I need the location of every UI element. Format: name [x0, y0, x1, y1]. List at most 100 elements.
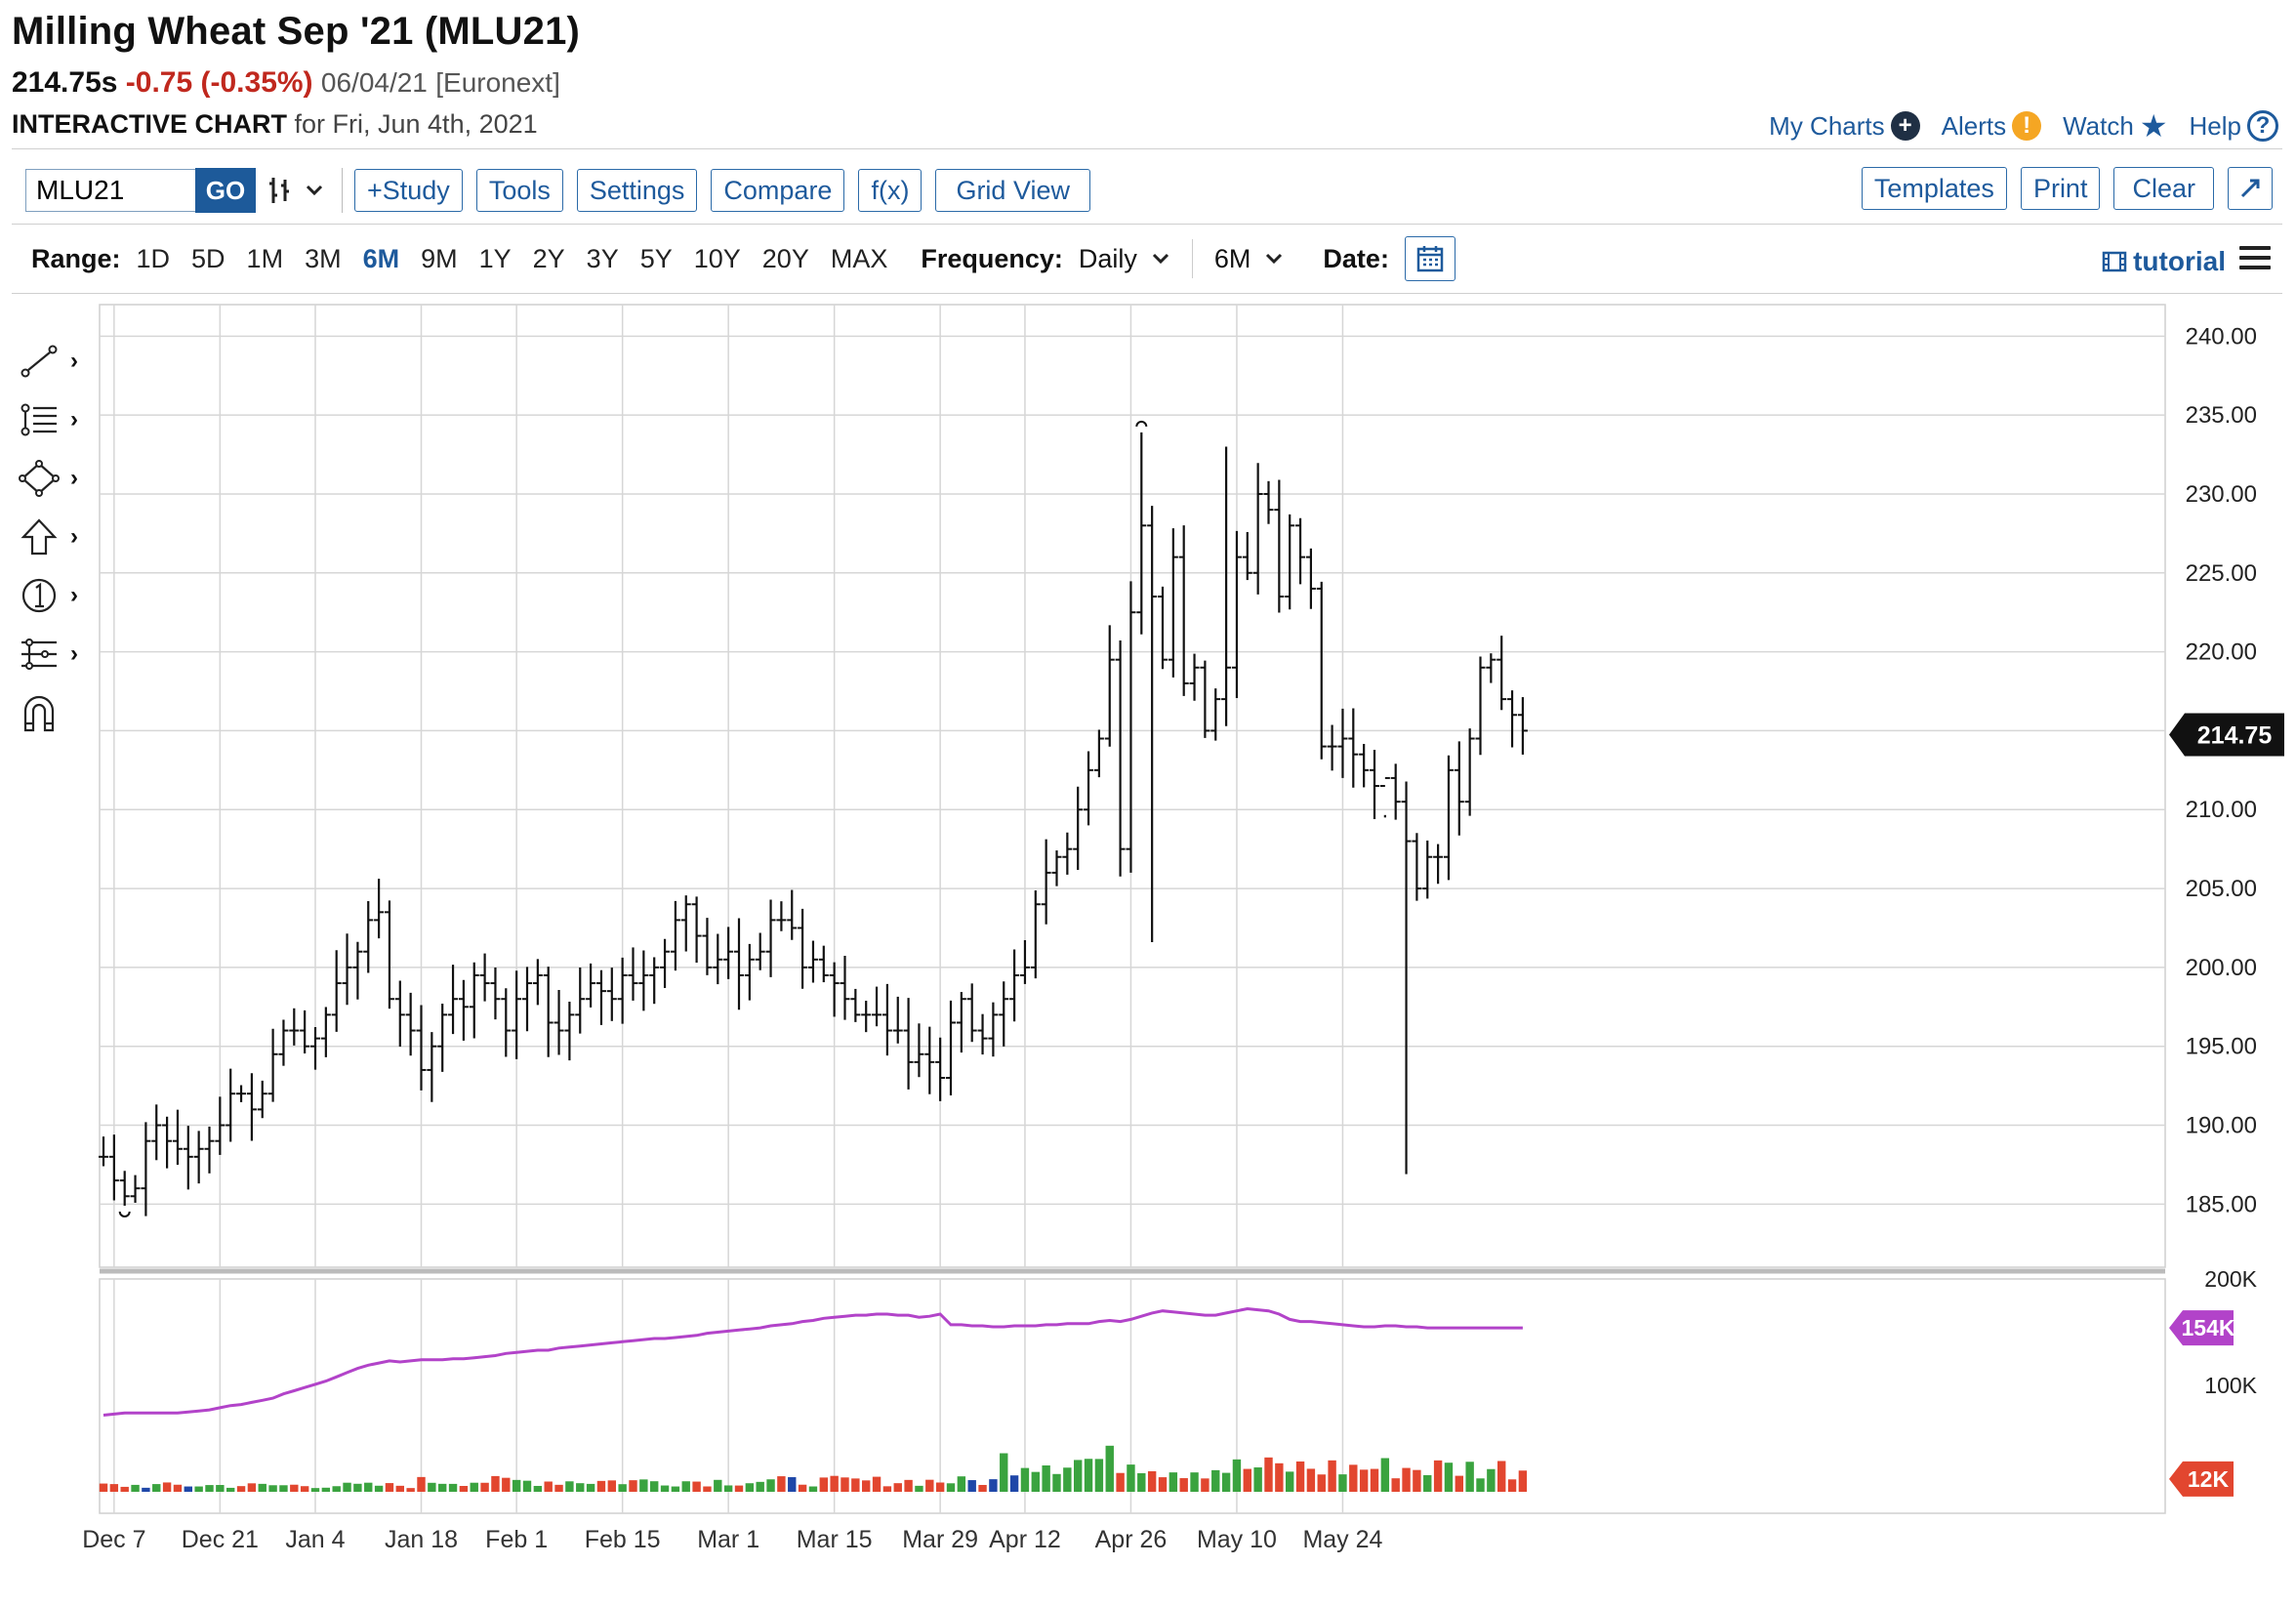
ohlc-bar [1359, 743, 1370, 788]
ohlc-bar [680, 895, 691, 952]
ohlc-bar [458, 979, 469, 1041]
volume-bar [1328, 1460, 1336, 1492]
ohlc-bar [204, 1126, 215, 1174]
volume-bar [565, 1481, 574, 1492]
ohlc-bar [892, 996, 903, 1044]
volume-bar [1009, 1475, 1019, 1492]
volume-bar [1094, 1459, 1104, 1492]
ohlc-bar [966, 983, 977, 1043]
ohlc-bar [108, 1134, 119, 1201]
volume-bar [1391, 1478, 1400, 1492]
ohlc-bar [130, 1174, 141, 1203]
volume-bar [1168, 1472, 1178, 1492]
price-tick-label: 230.00 [2186, 481, 2257, 508]
ohlc-bar [850, 988, 861, 1022]
volume-bar [438, 1483, 447, 1492]
open-interest-label: 154K [2182, 1315, 2235, 1340]
volume-bar [1465, 1462, 1474, 1492]
ohlc-bar [183, 1126, 193, 1190]
ohlc-bar [1475, 656, 1486, 756]
ohlc-bar [1221, 446, 1232, 726]
volume-bar [692, 1481, 701, 1492]
volume-bar [512, 1479, 521, 1492]
ohlc-bar [1433, 844, 1444, 885]
ohlc-bar [267, 1028, 278, 1102]
volume-bar [586, 1483, 595, 1492]
ohlc-bar [638, 950, 649, 1011]
ohlc-bar [946, 1000, 956, 1096]
ohlc-bar [1252, 463, 1263, 595]
volume-bar [1487, 1468, 1496, 1492]
volume-bar [226, 1487, 235, 1492]
volume-bar [1179, 1478, 1188, 1492]
volume-bar [470, 1482, 478, 1492]
ohlc-bar [236, 1085, 247, 1102]
ohlc-bar [1051, 850, 1062, 886]
ohlc-bar [586, 963, 596, 1008]
ohlc-bar [1210, 688, 1221, 741]
volume-bar [1127, 1464, 1135, 1492]
volume-bar [554, 1484, 563, 1492]
volume-bar [766, 1479, 775, 1492]
price-tick-label: 200.00 [2186, 955, 2257, 981]
volume-bar [194, 1486, 203, 1492]
volume-bar [332, 1486, 341, 1492]
volume-bar [321, 1487, 331, 1492]
volume-bar [1349, 1464, 1358, 1492]
volume-bar [310, 1488, 320, 1492]
ohlc-bar [1189, 653, 1200, 701]
x-tick-label: Apr 12 [989, 1526, 1061, 1553]
ohlc-bar [935, 1037, 946, 1101]
x-tick-label: May 10 [1197, 1526, 1277, 1553]
ohlc-bar [734, 918, 744, 1010]
volume-bar [236, 1486, 246, 1492]
ohlc-bar [1263, 480, 1274, 524]
volume-bar [1084, 1459, 1093, 1492]
ohlc-bar [956, 992, 966, 1053]
ohlc-bar [691, 896, 702, 964]
ohlc-bar [1093, 729, 1104, 778]
volume-bar [1190, 1472, 1199, 1492]
ohlc-bar [1231, 530, 1242, 698]
ohlc-bar [1295, 517, 1306, 585]
volume-bar [385, 1483, 394, 1492]
ohlc-series [99, 432, 1528, 1216]
ohlc-bar [151, 1104, 162, 1161]
volume-bar [745, 1483, 755, 1492]
volume-bar [1264, 1457, 1273, 1492]
ohlc-bar [543, 967, 554, 1057]
volume-bar [703, 1486, 712, 1492]
volume-bar [1042, 1465, 1050, 1492]
volume-bar [830, 1475, 839, 1492]
ohlc-bar [903, 998, 914, 1090]
ohlc-bar [394, 980, 405, 1047]
volume-bar [734, 1485, 744, 1492]
volume-bar [978, 1484, 987, 1492]
volume-bar [882, 1486, 892, 1492]
ohlc-bar [1030, 890, 1041, 979]
volume-bar [290, 1484, 299, 1492]
volume-bar [1433, 1460, 1443, 1492]
ohlc-bar [363, 901, 374, 973]
volume-bar [925, 1479, 934, 1492]
volume-bar [935, 1482, 945, 1492]
ohlc-bar [755, 932, 765, 970]
volume-bar [777, 1476, 786, 1492]
volume-bar [957, 1476, 966, 1492]
volume-bar [491, 1475, 500, 1492]
ohlc-bar [226, 1068, 236, 1142]
ohlc-bar [1401, 781, 1412, 1174]
ohlc-bar [1517, 697, 1528, 755]
volume-bar [714, 1479, 722, 1492]
volume-bar [629, 1480, 637, 1492]
ohlc-bar [554, 990, 564, 1055]
volume-bar [576, 1483, 585, 1492]
volume-bar [1063, 1467, 1072, 1492]
ohlc-bar [861, 1001, 872, 1033]
volume-bar [1158, 1477, 1168, 1492]
ohlc-bar [765, 899, 776, 977]
price-tick-label: 225.00 [2186, 560, 2257, 587]
price-chart[interactable]: 240.00235.00230.00225.00220.00215.00210.… [0, 0, 2296, 1607]
volume-bar [660, 1485, 670, 1492]
volume-bar [1000, 1453, 1008, 1492]
